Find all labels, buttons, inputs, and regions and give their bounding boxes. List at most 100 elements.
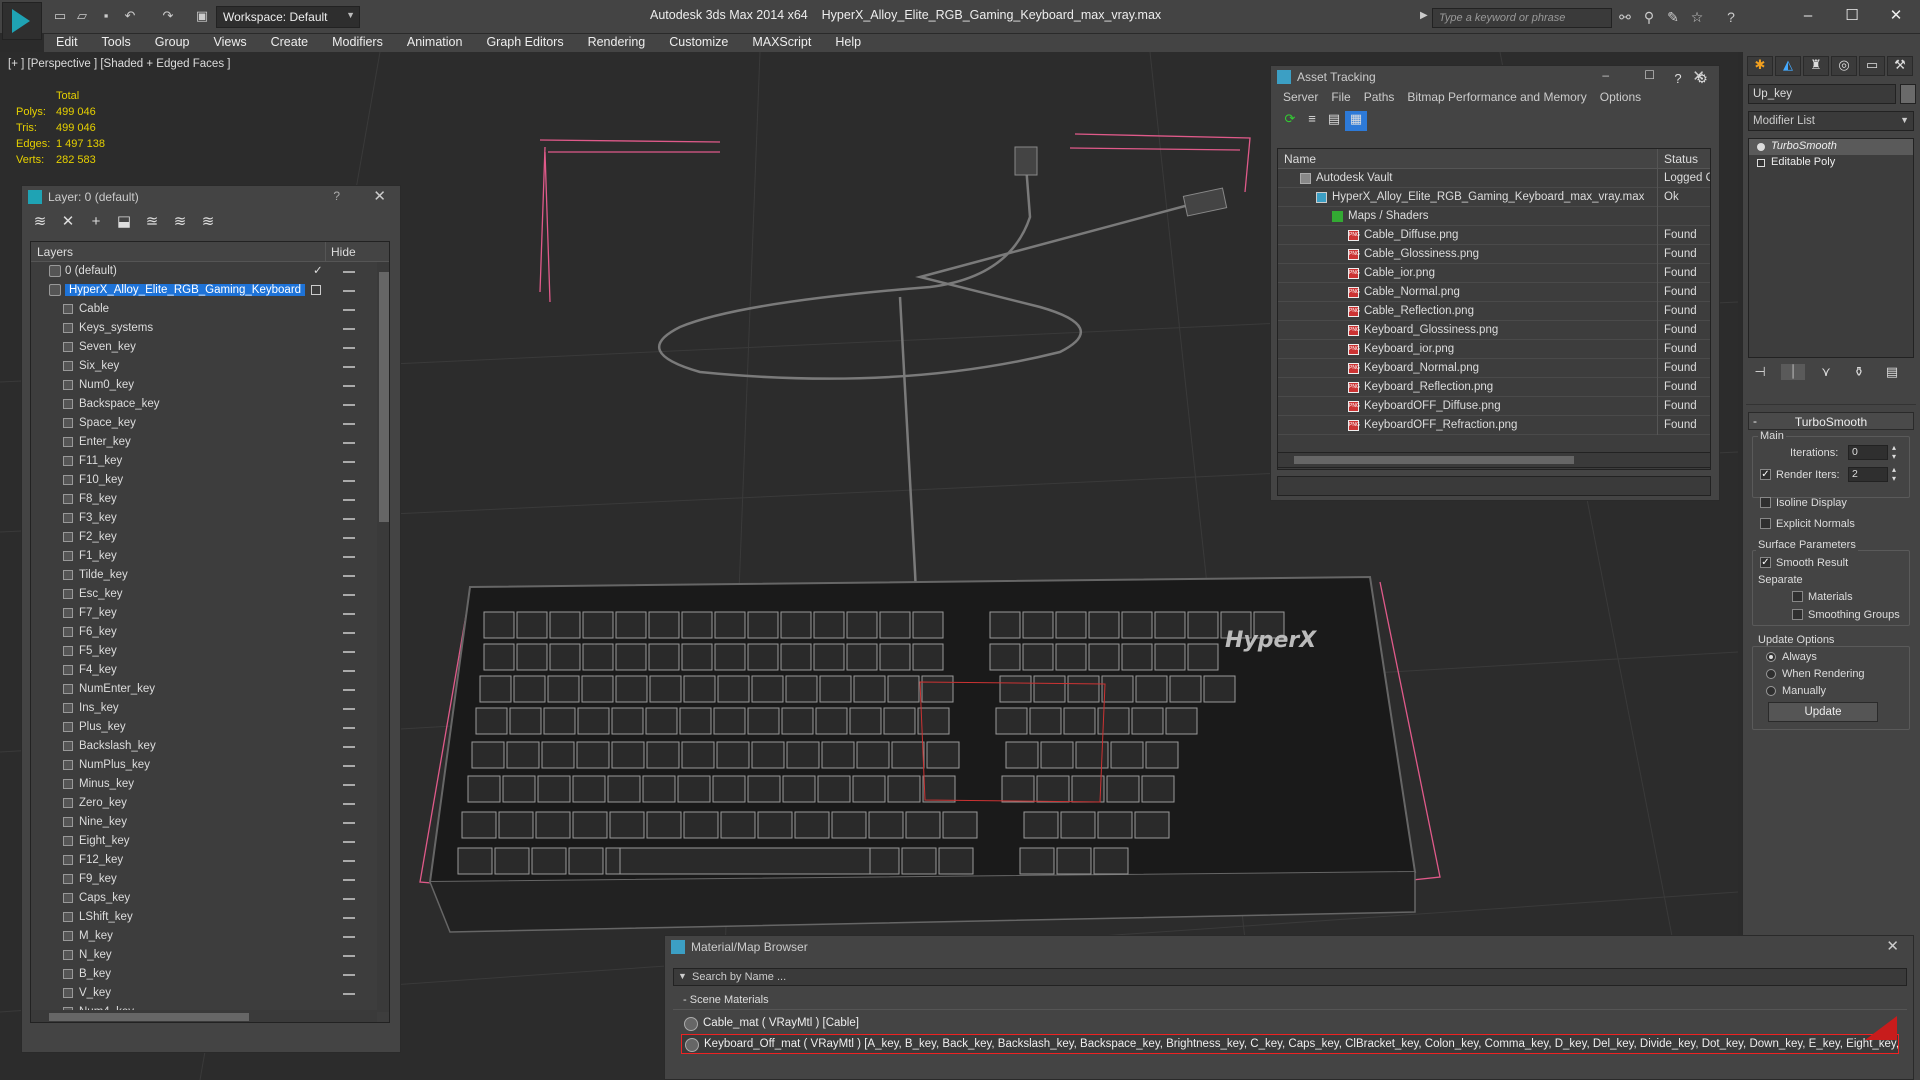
display-tab-icon[interactable]: ▭	[1859, 56, 1885, 76]
hide-toggle[interactable]	[343, 385, 355, 387]
hide-toggle[interactable]	[343, 328, 355, 330]
scroll-thumb[interactable]	[379, 272, 389, 522]
make-current-icon[interactable]	[311, 285, 321, 295]
object-row[interactable]: F5_key	[31, 642, 389, 661]
new-file-icon[interactable]: ▭	[52, 9, 68, 23]
minimize-icon[interactable]: –	[1602, 68, 1609, 82]
hide-toggle[interactable]	[343, 898, 355, 900]
asset-path-field[interactable]	[1277, 476, 1711, 496]
horizontal-scrollbar[interactable]	[31, 1010, 377, 1022]
smooth-result-checkbox[interactable]: ✓	[1760, 557, 1771, 568]
search-expand-icon[interactable]: ▶	[1420, 10, 1428, 21]
settings-icon[interactable]: ⚙	[1693, 71, 1711, 91]
hide-toggle[interactable]	[343, 746, 355, 748]
expand-box-icon[interactable]	[1757, 159, 1765, 167]
undo-icon[interactable]: ↶	[122, 9, 138, 23]
close-icon[interactable]: ✕	[1886, 937, 1899, 955]
hide-toggle[interactable]	[343, 347, 355, 349]
hide-toggle[interactable]	[343, 860, 355, 862]
object-row[interactable]: F7_key	[31, 604, 389, 623]
hierarchy-tab-icon[interactable]: ♜	[1803, 56, 1829, 76]
modifier-stack[interactable]: TurboSmooth Editable Poly	[1748, 138, 1914, 358]
scene-materials-group[interactable]: - Scene Materials	[673, 992, 1907, 1010]
object-row[interactable]: F3_key	[31, 509, 389, 528]
object-row[interactable]: Ins_key	[31, 699, 389, 718]
object-row[interactable]: Seven_key	[31, 338, 389, 357]
layer-row[interactable]: 0 (default) ✓	[31, 262, 389, 281]
modify-tab-icon[interactable]: ◭	[1775, 56, 1801, 76]
menu-graph-editors[interactable]: Graph Editors	[474, 34, 575, 50]
asset-row[interactable]: Autodesk Vault Logged Ou	[1278, 169, 1710, 188]
hide-toggle[interactable]	[343, 917, 355, 919]
hide-toggle[interactable]	[343, 480, 355, 482]
asset-row[interactable]: PNG Keyboard_ior.png Found	[1278, 340, 1710, 359]
object-row[interactable]: F4_key	[31, 661, 389, 680]
menu-edit[interactable]: Edit	[44, 34, 90, 50]
make-unique-icon[interactable]: ⋎	[1814, 364, 1838, 380]
column-status[interactable]: Status	[1664, 152, 1698, 166]
asset-menu-options[interactable]: Options	[1594, 88, 1648, 104]
maximize-icon[interactable]: ☐	[1832, 4, 1872, 28]
asset-menu-paths[interactable]: Paths	[1358, 88, 1402, 104]
menu-customize[interactable]: Customize	[657, 34, 740, 50]
smoothing-groups-checkbox[interactable]	[1792, 609, 1803, 620]
hide-toggle[interactable]	[343, 518, 355, 520]
object-row[interactable]: Zero_key	[31, 794, 389, 813]
create-layer-icon[interactable]: ≋	[28, 212, 52, 232]
object-row[interactable]: Space_key	[31, 414, 389, 433]
object-row[interactable]: F10_key	[31, 471, 389, 490]
object-row[interactable]: F6_key	[31, 623, 389, 642]
object-row[interactable]: V_key	[31, 984, 389, 1003]
menu-create[interactable]: Create	[259, 34, 321, 50]
materials-checkbox[interactable]	[1792, 591, 1803, 602]
hide-toggle[interactable]	[343, 651, 355, 653]
column-name[interactable]: Name	[1284, 152, 1316, 166]
object-row[interactable]: Enter_key	[31, 433, 389, 452]
menu-help[interactable]: Help	[823, 34, 873, 50]
search-input[interactable]: Type a keyword or phrase	[1432, 8, 1612, 28]
menu-tools[interactable]: Tools	[90, 34, 143, 50]
open-file-icon[interactable]: ▱	[74, 9, 90, 23]
menu-rendering[interactable]: Rendering	[576, 34, 658, 50]
asset-row[interactable]: PNG Cable_Diffuse.png Found	[1278, 226, 1710, 245]
material-search-input[interactable]: ▼ Search by Name ...	[673, 968, 1907, 986]
menu-animation[interactable]: Animation	[395, 34, 475, 50]
motion-tab-icon[interactable]: ◎	[1831, 56, 1857, 76]
hide-toggle[interactable]	[343, 936, 355, 938]
object-row[interactable]: F2_key	[31, 528, 389, 547]
hide-toggle[interactable]	[343, 613, 355, 615]
hide-toggle[interactable]	[343, 594, 355, 596]
layer-list[interactable]: Layers Hide 0 (default) ✓ HyperX_Alloy_Eli…	[30, 241, 390, 1023]
show-end-result-icon[interactable]: ⏐	[1781, 364, 1805, 380]
material-item[interactable]: Cable_mat ( VRayMtl ) [Cable]	[681, 1014, 1899, 1034]
object-name-field[interactable]: Up_key	[1748, 84, 1896, 104]
hide-toggle[interactable]	[343, 442, 355, 444]
hide-toggle[interactable]	[343, 670, 355, 672]
object-row[interactable]: Tilde_key	[31, 566, 389, 585]
explicit-normals-checkbox[interactable]	[1760, 518, 1771, 529]
object-row[interactable]: F9_key	[31, 870, 389, 889]
asset-list[interactable]: Name Status Autodesk Vault Logged Ou Hyper…	[1277, 148, 1711, 470]
object-row[interactable]: LShift_key	[31, 908, 389, 927]
hide-toggle[interactable]	[343, 632, 355, 634]
menu-group[interactable]: Group	[143, 34, 202, 50]
object-row[interactable]: N_key	[31, 946, 389, 965]
hide-toggle[interactable]	[343, 461, 355, 463]
spinner-arrows-icon[interactable]: ▴ ▾	[1892, 443, 1896, 461]
refresh-icon[interactable]: ⟳	[1279, 111, 1301, 131]
communication-center-icon[interactable]: ⚲	[1640, 9, 1658, 25]
asset-row[interactable]: Maps / Shaders	[1278, 207, 1710, 226]
object-row[interactable]: Caps_key	[31, 889, 389, 908]
asset-row[interactable]: PNG Keyboard_Reflection.png Found	[1278, 378, 1710, 397]
material-item[interactable]: Keyboard_Off_mat ( VRayMtl ) [A_key, B_k…	[681, 1034, 1899, 1054]
turbosmooth-rollout-header[interactable]: - TurboSmooth	[1748, 412, 1914, 430]
spinner-arrows-icon[interactable]: ▴ ▾	[1892, 465, 1896, 483]
hide-toggle[interactable]	[343, 404, 355, 406]
asset-menu-server[interactable]: Server	[1277, 88, 1325, 104]
hide-toggle[interactable]	[343, 271, 355, 273]
object-color-swatch[interactable]	[1900, 84, 1916, 104]
workspace-dropdown[interactable]: Workspace: Default ▼	[216, 6, 360, 28]
object-row[interactable]: Plus_key	[31, 718, 389, 737]
hide-toggle[interactable]	[343, 879, 355, 881]
object-row[interactable]: Backspace_key	[31, 395, 389, 414]
